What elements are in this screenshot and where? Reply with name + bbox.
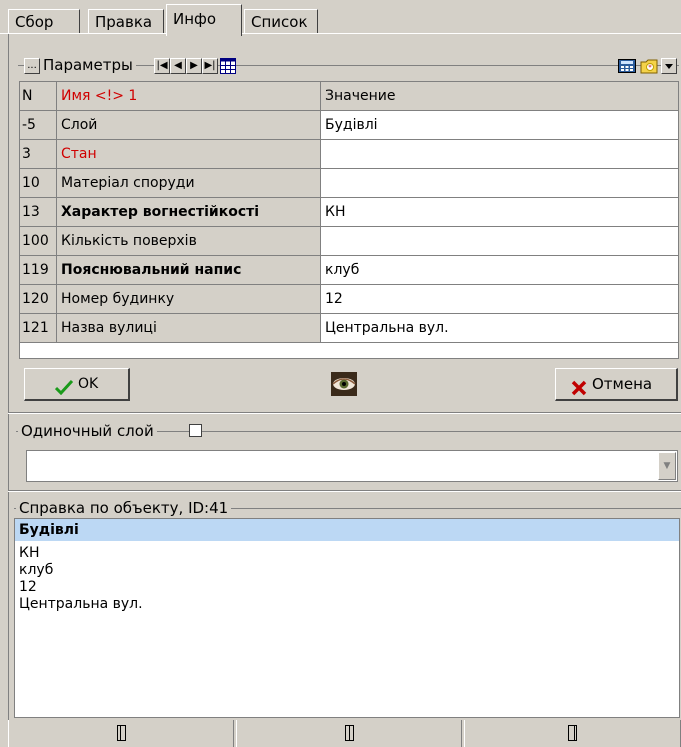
ellipsis-button[interactable]: ... — [24, 58, 40, 74]
header-n[interactable]: N — [20, 82, 57, 110]
object-info-title: Будівлі — [15, 519, 679, 541]
row-n: 121 — [20, 314, 57, 342]
row-name: Матеріал споруди — [57, 169, 321, 197]
tab-bar: Сбор Правка Инфо Список — [0, 0, 681, 36]
eye-icon[interactable] — [331, 372, 357, 396]
object-info-line: КН — [19, 545, 40, 561]
tab-sbor[interactable]: Сбор — [8, 9, 80, 33]
object-info-line: 12 — [19, 579, 37, 595]
cancel-x-icon — [571, 377, 587, 396]
params-group-label: Параметры — [40, 56, 136, 74]
tab-label: Инфо — [173, 10, 217, 28]
row-value[interactable]: клуб — [321, 256, 678, 284]
table-row[interactable]: 13 Характер вогнестійкості КН — [20, 198, 678, 227]
status-bar — [8, 720, 681, 747]
table-row[interactable]: 119 Пояснювальний напис клуб — [20, 256, 678, 285]
object-info-label: Справка по объекту, ID:41 — [16, 499, 232, 517]
header-name[interactable]: Имя <!> 1 — [57, 82, 321, 110]
single-layer-checkbox[interactable] — [189, 424, 202, 437]
combo-arrow-icon[interactable]: ▼ — [658, 452, 676, 480]
table-row[interactable]: -5 Слой Будівлі — [20, 111, 678, 140]
layout-left-icon — [116, 725, 126, 741]
tab-divider — [0, 33, 681, 34]
tab-label: Список — [251, 13, 308, 31]
status-panel[interactable] — [236, 720, 462, 747]
cancel-button[interactable]: Отмена — [555, 368, 678, 401]
row-n: 100 — [20, 227, 57, 255]
row-n: 13 — [20, 198, 57, 226]
object-info-line: клуб — [19, 562, 54, 578]
prev-icon: ◀ — [174, 60, 182, 71]
tab-label: Правка — [95, 13, 153, 31]
folder-star-icon[interactable]: * — [640, 58, 658, 74]
object-info-text[interactable]: Будівлі КН клуб 12 Центральна вул. — [14, 518, 680, 718]
tab-info[interactable]: Инфо — [166, 4, 242, 36]
table-row[interactable]: 121 Назва вулиці Центральна вул. — [20, 314, 678, 343]
left-border — [8, 34, 9, 747]
table-icon[interactable] — [220, 58, 236, 74]
header-value[interactable]: Значение — [321, 82, 678, 110]
last-record-button[interactable]: ▶| — [202, 58, 218, 74]
dropdown-arrow-icon[interactable] — [661, 58, 677, 74]
row-name: Пояснювальний напис — [57, 256, 321, 284]
table-row[interactable]: 3 Стан — [20, 140, 678, 169]
tab-spisok[interactable]: Список — [244, 9, 318, 33]
single-layer-combobox[interactable]: ▼ — [26, 450, 678, 482]
table-row[interactable]: 120 Номер будинку 12 — [20, 285, 678, 314]
row-name: Стан — [57, 140, 321, 168]
first-icon: |◀ — [156, 60, 168, 71]
row-name: Номер будинку — [57, 285, 321, 313]
row-name: Слой — [57, 111, 321, 139]
row-n: 3 — [20, 140, 57, 168]
prev-record-button[interactable]: ◀ — [170, 58, 186, 74]
row-value[interactable]: Центральна вул. — [321, 314, 678, 342]
row-value[interactable]: 12 — [321, 285, 678, 313]
cancel-label: Отмена — [592, 375, 653, 393]
ellipsis-label: ... — [27, 60, 37, 71]
last-icon: ▶| — [204, 60, 216, 71]
status-panel[interactable] — [464, 720, 681, 747]
parameters-table: N Имя <!> 1 Значение -5 Слой Будівлі 3 С… — [19, 81, 679, 359]
row-name: Кількість поверхів — [57, 227, 321, 255]
calculator-icon[interactable] — [618, 59, 636, 73]
first-record-button[interactable]: |◀ — [154, 58, 170, 74]
tab-label: Сбор — [15, 13, 54, 31]
single-layer-label: Одиночный слой — [18, 422, 157, 440]
separator — [8, 413, 681, 414]
layout-center-icon — [344, 725, 354, 741]
row-value[interactable]: КН — [321, 198, 678, 226]
table-row[interactable]: 10 Матеріал споруди — [20, 169, 678, 198]
svg-text:*: * — [648, 64, 652, 72]
check-icon — [54, 376, 74, 396]
ok-label: OK — [78, 376, 99, 392]
table-header: N Имя <!> 1 Значение — [20, 82, 678, 111]
table-row[interactable]: 100 Кількість поверхів — [20, 227, 678, 256]
next-record-button[interactable]: ▶ — [186, 58, 202, 74]
row-n: 120 — [20, 285, 57, 313]
ok-button[interactable]: OK — [24, 368, 130, 401]
row-name: Назва вулиці — [57, 314, 321, 342]
object-info-line: Центральна вул. — [19, 596, 143, 612]
layout-right-icon — [568, 725, 577, 741]
next-icon: ▶ — [190, 60, 198, 71]
row-value[interactable] — [321, 140, 678, 168]
row-n: 10 — [20, 169, 57, 197]
row-value[interactable]: Будівлі — [321, 111, 678, 139]
status-panel[interactable] — [8, 720, 234, 747]
row-value[interactable] — [321, 169, 678, 197]
tab-pravka[interactable]: Правка — [88, 9, 164, 33]
row-n: -5 — [20, 111, 57, 139]
separator — [8, 491, 681, 492]
row-value[interactable] — [321, 227, 678, 255]
row-n: 119 — [20, 256, 57, 284]
row-name: Характер вогнестійкості — [57, 198, 321, 226]
